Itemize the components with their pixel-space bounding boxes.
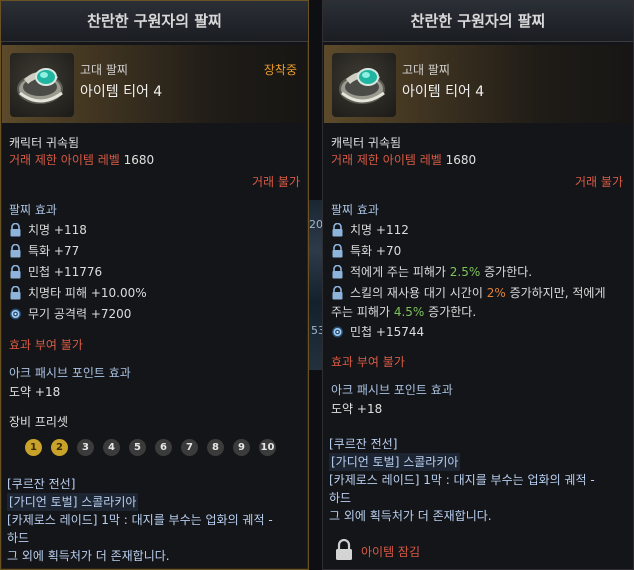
preset-7-button[interactable]: 7 <box>181 439 198 456</box>
effect-text: 특화 +70 <box>350 244 402 258</box>
effect-row: 무기 공격력 +7200 <box>9 305 131 322</box>
item-grade: 고대 팔찌 <box>80 63 128 77</box>
source-item: [카제로스 레이드] 1막 : 대지를 부수는 업화의 궤적 - <box>7 513 273 527</box>
trade-status: 거래 불가 <box>575 175 623 189</box>
source-more: 그 외에 획득처가 더 존재합니다. <box>329 509 492 523</box>
lock-icon <box>332 285 343 299</box>
effect-row: 치명 +118 <box>9 221 87 238</box>
effect-text: 무기 공격력 +7200 <box>28 307 132 321</box>
effect-row: 민첩 +15744 <box>331 323 424 340</box>
preset-5-button[interactable]: 5 <box>129 439 146 456</box>
effect-row: 민첩 +11776 <box>9 263 102 280</box>
preset-2-button[interactable]: 2 <box>51 439 68 456</box>
preset-6-button[interactable]: 6 <box>155 439 172 456</box>
tooltip-compare-bracelet: 찬란한 구원자의 팔찌 고대 팔찌 아이템 티어 4 캐릭터 귀속됨 거래 제한… <box>322 0 634 570</box>
preset-8-button[interactable]: 8 <box>207 439 224 456</box>
effects-title: 팔찌 효과 <box>9 203 57 217</box>
item-title: 찬란한 구원자의 팔찌 <box>323 1 633 42</box>
effect-text: 스킬의 재사용 대기 시간이 2% 증가하지만, 적에게 <box>350 286 606 300</box>
bracelet-icon <box>332 53 396 117</box>
preset-title: 장비 프리셋 <box>9 415 69 429</box>
swirl-icon <box>10 308 21 319</box>
grant-status: 효과 부여 불가 <box>9 338 83 352</box>
padlock-icon <box>336 539 352 560</box>
item-header: 고대 팔찌 아이템 티어 4 장착중 <box>2 45 307 123</box>
source-item: [가디언 토벌] 스콜라키아 <box>7 493 139 511</box>
source-item: [쿠르잔 전선] <box>7 477 76 491</box>
preset-4-button[interactable]: 4 <box>103 439 120 456</box>
effect-text: 적에게 주는 피해가 2.5% 증가한다. <box>350 265 533 279</box>
effect-row: 스킬의 재사용 대기 시간이 2% 증가하지만, 적에게 <box>331 284 606 301</box>
effect-text: 민첩 +15744 <box>350 325 425 339</box>
effects-title: 팔찌 효과 <box>331 203 379 217</box>
effect-row: 특화 +70 <box>331 242 401 259</box>
lock-icon <box>10 285 21 299</box>
swirl-icon <box>332 326 343 337</box>
effect-text: 치명 +112 <box>350 223 409 237</box>
bound-status: 캐릭터 귀속됨 <box>331 136 402 150</box>
effect-row: 치명타 피해 +10.00% <box>9 284 147 301</box>
level-value: 1680 <box>445 153 477 167</box>
effect-text: 치명타 피해 +10.00% <box>28 286 147 300</box>
lock-icon <box>332 264 343 278</box>
lock-icon <box>10 264 21 278</box>
source-item: [쿠르잔 전선] <box>329 437 398 451</box>
effect-row: 치명 +112 <box>331 221 409 238</box>
level-restriction: 거래 제한 아이템 레벨 1680 <box>331 151 476 168</box>
item-header: 고대 팔찌 아이템 티어 4 <box>324 45 632 123</box>
preset-1-button[interactable]: 1 <box>25 439 42 456</box>
ark-passive-title: 아크 패시브 포인트 효과 <box>331 383 453 397</box>
effect-text: 특화 +77 <box>28 244 80 258</box>
item-title: 찬란한 구원자의 팔찌 <box>1 1 308 42</box>
trade-status: 거래 불가 <box>252 175 300 189</box>
lock-icon <box>332 243 343 257</box>
equipped-badge: 장착중 <box>263 63 297 77</box>
level-restriction: 거래 제한 아이템 레벨 1680 <box>9 151 154 168</box>
source-item: 하드 <box>7 531 30 545</box>
ark-passive-value: 도약 +18 <box>9 385 61 399</box>
effect-text: 민첩 +11776 <box>28 265 103 279</box>
grant-status: 효과 부여 불가 <box>331 355 405 369</box>
level-label: 거래 제한 아이템 레벨 <box>9 153 120 167</box>
preset-10-button[interactable]: 10 <box>259 439 276 456</box>
source-more: 그 외에 획득처가 더 존재합니다. <box>7 549 170 563</box>
lock-icon <box>332 222 343 236</box>
item-locked-status: 아이템 잠김 <box>361 545 421 559</box>
acquisition-sources: [쿠르잔 전선] [가디언 토벌] 스콜라키아 [카제로스 레이드] 1막 : … <box>7 475 273 565</box>
level-label: 거래 제한 아이템 레벨 <box>331 153 442 167</box>
source-item: 하드 <box>329 491 352 505</box>
item-grade: 고대 팔찌 <box>402 63 450 77</box>
tooltip-equipped-bracelet: 찬란한 구원자의 팔찌 고대 팔찌 아이템 티어 4 장착중 캐릭터 귀속됨 거… <box>0 0 309 570</box>
lock-icon <box>10 243 21 257</box>
effect-text: 치명 +118 <box>28 223 87 237</box>
effect-row: 특화 +77 <box>9 242 79 259</box>
effect-row: 적에게 주는 피해가 2.5% 증가한다. <box>331 263 532 280</box>
item-tier: 아이템 티어 4 <box>80 84 163 100</box>
ark-passive-title: 아크 패시브 포인트 효과 <box>9 366 131 380</box>
preset-9-button[interactable]: 9 <box>233 439 250 456</box>
lock-icon <box>10 222 21 236</box>
item-tier: 아이템 티어 4 <box>402 84 485 100</box>
preset-list: 1 2 3 4 5 6 7 8 9 10 <box>25 439 276 456</box>
effect-text-continued: 주는 피해가 4.5% 증가한다. <box>331 305 477 319</box>
source-item: [가디언 토벌] 스콜라키아 <box>329 453 461 471</box>
source-item: [카제로스 레이드] 1막 : 대지를 부수는 업화의 궤적 - <box>329 473 595 487</box>
ark-passive-value: 도약 +18 <box>331 402 383 416</box>
bound-status: 캐릭터 귀속됨 <box>9 136 80 150</box>
acquisition-sources: [쿠르잔 전선] [가디언 토벌] 스콜라키아 [카제로스 레이드] 1막 : … <box>329 435 595 525</box>
level-value: 1680 <box>123 153 155 167</box>
bracelet-icon <box>10 53 74 117</box>
preset-3-button[interactable]: 3 <box>77 439 94 456</box>
